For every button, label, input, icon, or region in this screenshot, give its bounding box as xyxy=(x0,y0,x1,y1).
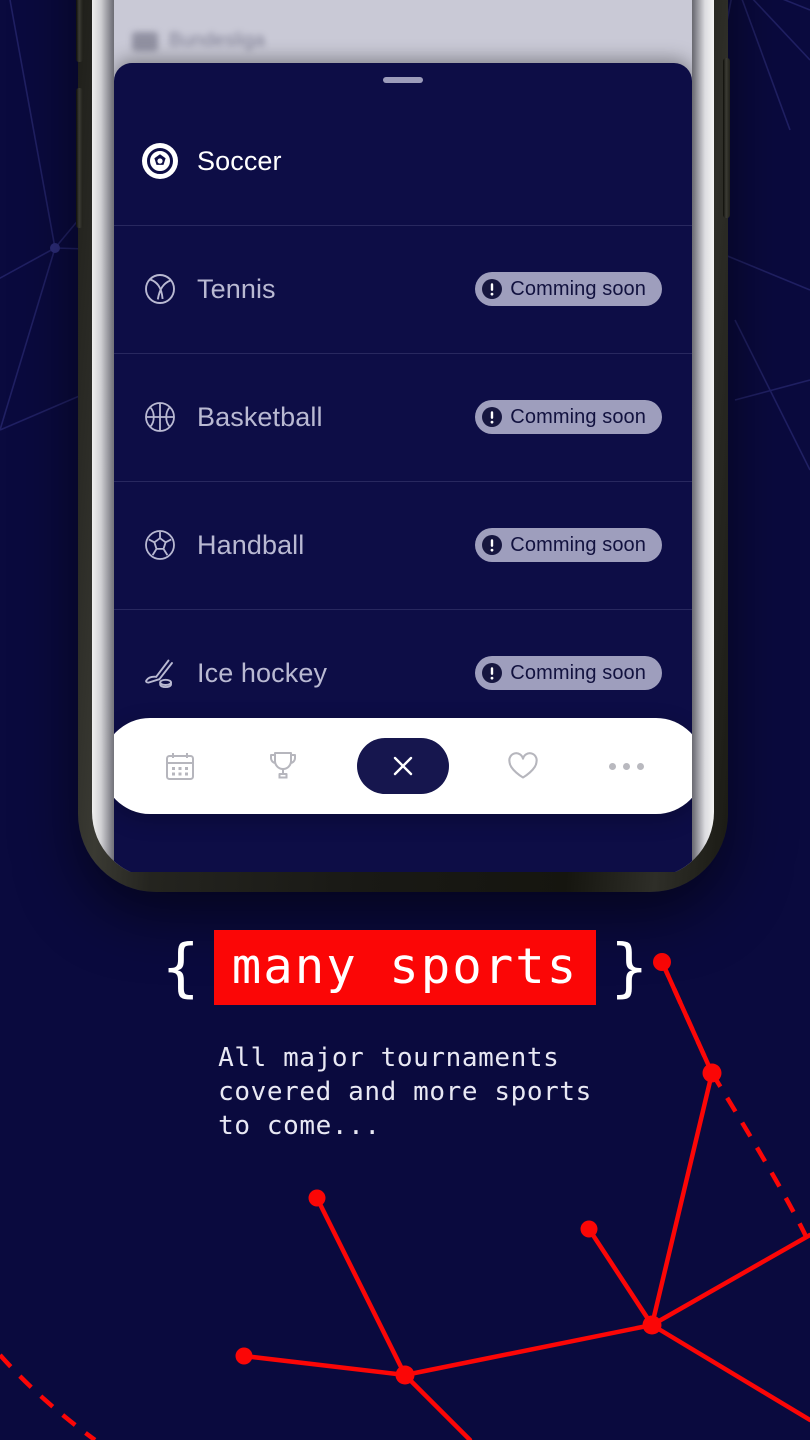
status-badge-label: Comming soon xyxy=(510,405,646,428)
status-badge: Comming soon xyxy=(475,400,662,434)
volume-down-button[interactable] xyxy=(76,88,83,228)
tennis-ball-icon xyxy=(141,270,179,308)
status-badge: Comming soon xyxy=(475,272,662,306)
sport-row-handball[interactable]: Handball Comming soon xyxy=(114,481,692,609)
brace-close: } xyxy=(610,931,649,1004)
status-badge: Comming soon xyxy=(475,656,662,690)
nav-close-button[interactable] xyxy=(356,738,449,794)
status-badge-label: Comming soon xyxy=(510,533,646,556)
sheet-drag-handle[interactable] xyxy=(383,77,423,83)
league-row: Bundesliga xyxy=(132,30,265,52)
volume-up-button[interactable] xyxy=(76,0,83,62)
sport-label: Ice hockey xyxy=(197,657,328,688)
headline-row: { many sports } xyxy=(0,930,810,1005)
sport-label: Handball xyxy=(197,529,305,560)
nav-favorites-button[interactable] xyxy=(494,737,552,795)
bottom-navigation-bar xyxy=(114,718,692,814)
power-button[interactable] xyxy=(723,58,730,218)
sport-label: Tennis xyxy=(197,273,276,304)
status-badge-label: Comming soon xyxy=(510,661,646,684)
nav-calendar-button[interactable] xyxy=(151,737,209,795)
nav-more-button[interactable] xyxy=(597,737,655,795)
exclamation-circle-icon xyxy=(482,663,503,683)
phone-mockup: Bundesliga Soccer Tennis Comming soon Ba… xyxy=(76,0,730,892)
sport-row-soccer[interactable]: Soccer xyxy=(114,97,692,225)
app-background-chrome: Bundesliga xyxy=(114,0,692,70)
sport-row-tennis[interactable]: Tennis Comming soon xyxy=(114,225,692,353)
headline-highlight: many sports xyxy=(213,930,597,1005)
exclamation-circle-icon xyxy=(482,407,503,427)
status-badge-label: Comming soon xyxy=(510,277,646,300)
more-dots-icon xyxy=(608,762,616,770)
basketball-icon xyxy=(141,398,179,436)
more-dots-icon xyxy=(622,762,630,770)
sport-label: Basketball xyxy=(197,401,323,432)
brace-open: { xyxy=(161,931,200,1004)
handball-icon xyxy=(141,526,179,564)
sports-list: Soccer Tennis Comming soon Basketball Co… xyxy=(114,97,692,737)
nav-trophy-button[interactable] xyxy=(254,737,312,795)
exclamation-circle-icon xyxy=(482,279,503,299)
exclamation-circle-icon xyxy=(482,535,503,555)
soccer-ball-icon xyxy=(141,142,179,180)
more-dots-icon xyxy=(636,762,644,770)
promo-subcopy: All major tournaments covered and more s… xyxy=(218,1043,592,1141)
phone-glass-edge: Bundesliga Soccer Tennis Comming soon Ba… xyxy=(92,0,714,878)
page-title: many sports xyxy=(231,938,579,995)
league-badge-icon xyxy=(132,31,158,51)
sports-bottom-sheet: Soccer Tennis Comming soon Basketball Co… xyxy=(114,63,692,872)
league-label: Bundesliga xyxy=(169,30,266,51)
sport-row-basketball[interactable]: Basketball Comming soon xyxy=(114,353,692,481)
promo-stage: Bundesliga Soccer Tennis Comming soon Ba… xyxy=(0,0,810,1440)
hockey-stick-icon xyxy=(141,654,179,692)
phone-screen: Bundesliga Soccer Tennis Comming soon Ba… xyxy=(114,0,692,872)
sport-label: Soccer xyxy=(197,145,282,176)
promo-copy: { many sports } All major tournaments co… xyxy=(0,930,810,1143)
status-badge: Comming soon xyxy=(475,528,662,562)
close-icon xyxy=(393,756,413,776)
